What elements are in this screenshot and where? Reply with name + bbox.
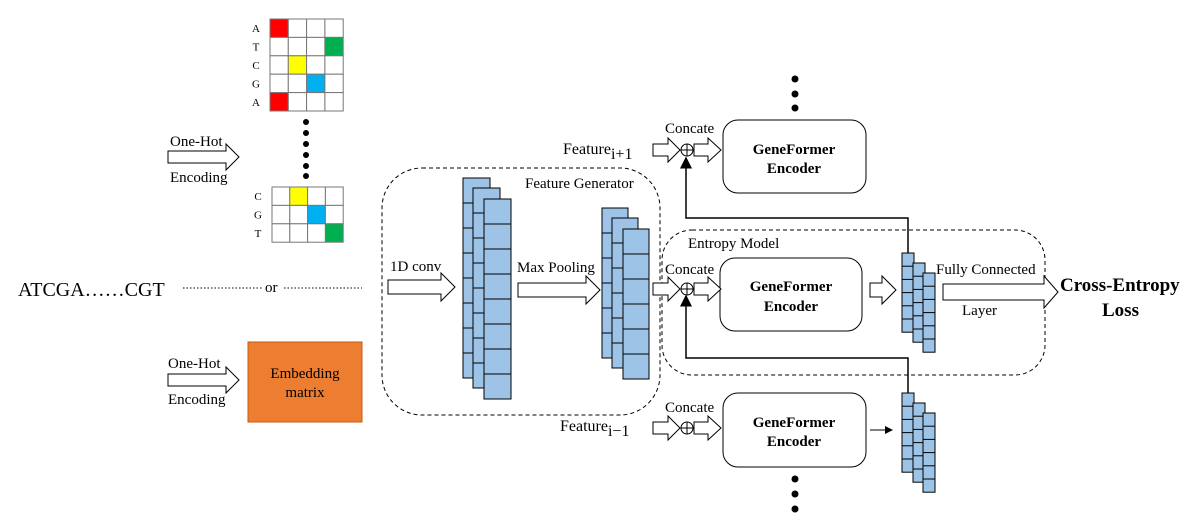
encoder-label-2: Encoder: [764, 299, 819, 315]
onehot-bottom-cell: [289, 186, 309, 206]
one-hot-grids: ATCGACGT: [252, 18, 344, 243]
onehot-top-cell: [306, 55, 326, 75]
onehot-top-cell: [306, 18, 326, 38]
onehot-bottom-cell: [271, 223, 291, 243]
onehot-top-cell: [324, 36, 344, 57]
onehot-top-cell: [269, 92, 289, 112]
concate-label: Concate: [665, 262, 714, 278]
hollow-arrow: [387, 271, 456, 303]
encoding-label: Encoding: [170, 170, 228, 186]
feature-generator-label: Feature Generator: [525, 176, 634, 192]
entropy-model-label: Entropy Model: [688, 236, 779, 252]
onehot-bottom-cell: [307, 186, 326, 206]
onehot-label: One-Hot: [168, 356, 221, 372]
encoding-label: Encoding: [168, 392, 226, 408]
encoder-label: GeneFormer: [753, 142, 836, 158]
onehot-top-cell: [287, 92, 308, 112]
hollow-arrow: [942, 274, 1059, 310]
onehot-top-cell: [324, 73, 344, 94]
nucleotide-label: G: [252, 78, 260, 90]
hollow-arrow: [517, 274, 601, 306]
nucleotide-label: A: [252, 23, 260, 35]
concate-label: Concate: [665, 400, 714, 416]
encoder-label: GeneFormer: [753, 415, 836, 431]
onehot-bottom-cell: [271, 204, 291, 225]
onehot-bottom-cell: [324, 223, 344, 243]
layer-label: Layer: [962, 303, 997, 319]
onehot-label: One-Hot: [170, 134, 223, 150]
onehot-top-cell: [306, 73, 326, 94]
nucleotide-label: T: [253, 42, 260, 54]
onehot-top-cell: [269, 55, 289, 75]
nucleotide-label: T: [255, 228, 262, 240]
sequence-text: ATCGA……CGT: [18, 279, 165, 301]
or-label: or: [265, 280, 278, 296]
ellipsis-dots-top: [791, 75, 799, 112]
onehot-top-cell: [287, 36, 308, 57]
feature-next-label: Featurei+1: [563, 141, 632, 163]
onehot-top-cell: [269, 36, 289, 57]
encoder-label-2: Encoder: [767, 434, 822, 450]
concate-label: Concate: [665, 121, 714, 137]
onehot-top-cell: [306, 36, 326, 57]
onehot-top-cell: [287, 18, 308, 38]
embedding-label: Embedding: [270, 366, 340, 382]
embedding-label-2: matrix: [285, 385, 325, 401]
max-pooling-label: Max Pooling: [517, 260, 595, 276]
onehot-bottom-cell: [289, 204, 309, 225]
nucleotide-label: C: [254, 191, 261, 203]
encoder-label-2: Encoder: [767, 161, 822, 177]
onehot-bottom-cell: [289, 223, 309, 243]
onehot-top-cell: [324, 92, 344, 112]
hollow-arrow: [693, 275, 722, 303]
nucleotide-label: C: [252, 60, 259, 72]
hollow-arrow: [652, 136, 681, 164]
onehot-bottom-cell: [307, 223, 326, 243]
onehot-top-cell: [287, 73, 308, 94]
embedding-matrix-box: [247, 341, 363, 423]
ellipsis-dots-bottom: [791, 475, 799, 513]
loss-label-2: Loss: [1102, 300, 1139, 321]
nucleotide-label: A: [252, 97, 260, 109]
onehot-top-cell: [324, 18, 344, 38]
onehot-top-cell: [269, 73, 289, 94]
feature-prev-label: Featurei−1: [560, 418, 629, 440]
encoder-label: GeneFormer: [750, 279, 833, 295]
hollow-arrow: [869, 274, 897, 306]
onehot-top-cell: [269, 18, 289, 38]
fully-connected-label: Fully Connected: [936, 262, 1036, 278]
architecture-diagram: ATCGACGT One-Hot Encoding ATCGA……CGT or …: [0, 0, 1196, 532]
hollow-arrow: [693, 136, 722, 164]
onehot-bottom-cell: [324, 186, 344, 206]
onehot-bottom-cell: [307, 204, 326, 225]
ellipsis-dots-left: [303, 119, 309, 179]
conv-label: 1D conv: [390, 259, 442, 275]
nucleotide-label: G: [254, 210, 262, 222]
loss-label: Cross-Entropy: [1060, 275, 1180, 296]
onehot-top-cell: [306, 92, 326, 112]
hollow-arrow: [693, 414, 722, 442]
hollow-arrow: [652, 414, 681, 442]
onehot-bottom-cell: [324, 204, 344, 225]
onehot-top-cell: [287, 55, 308, 75]
onehot-bottom-cell: [271, 186, 291, 206]
onehot-top-cell: [324, 55, 344, 75]
hollow-arrow: [652, 275, 681, 303]
